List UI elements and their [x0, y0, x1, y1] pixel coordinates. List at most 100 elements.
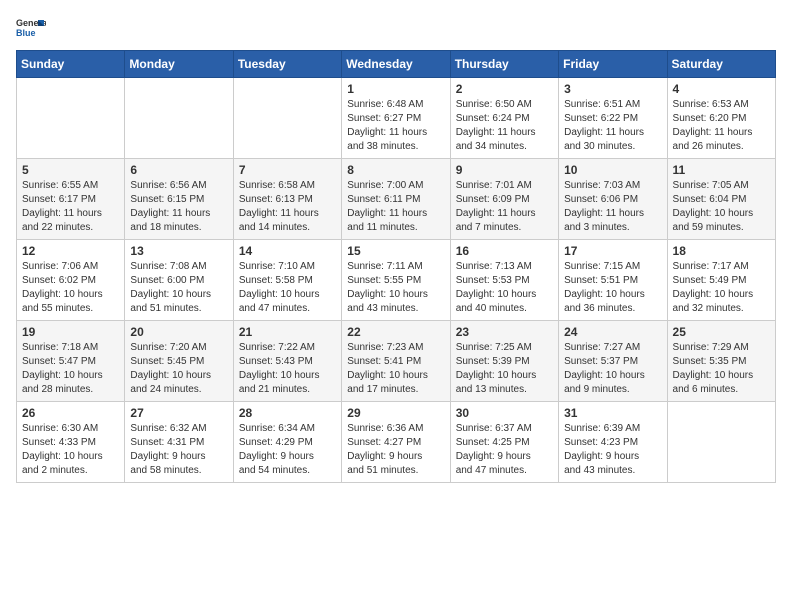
- day-info: Sunrise: 7:13 AM Sunset: 5:53 PM Dayligh…: [456, 260, 553, 316]
- day-info: Sunrise: 7:17 AM Sunset: 5:49 PM Dayligh…: [673, 260, 770, 316]
- day-number: 11: [673, 163, 770, 177]
- day-number: 30: [456, 406, 553, 420]
- calendar-day-cell: 26 Sunrise: 6:30 AM Sunset: 4:33 PM Dayli…: [17, 402, 125, 483]
- logo-icon: General Blue: [16, 16, 46, 38]
- day-number: 24: [564, 325, 661, 339]
- calendar-day-cell: 23 Sunrise: 7:25 AM Sunset: 5:39 PM Dayli…: [450, 321, 558, 402]
- day-number: 27: [130, 406, 227, 420]
- day-info: Sunrise: 7:25 AM Sunset: 5:39 PM Dayligh…: [456, 341, 553, 397]
- day-info: Sunrise: 7:03 AM Sunset: 6:06 PM Dayligh…: [564, 179, 661, 235]
- calendar-day-cell: 22 Sunrise: 7:23 AM Sunset: 5:41 PM Dayli…: [342, 321, 450, 402]
- calendar-day-cell: 21 Sunrise: 7:22 AM Sunset: 5:43 PM Dayli…: [233, 321, 341, 402]
- day-number: 25: [673, 325, 770, 339]
- calendar-day-cell: 24 Sunrise: 7:27 AM Sunset: 5:37 PM Dayli…: [559, 321, 667, 402]
- day-of-week-header: Friday: [559, 51, 667, 78]
- day-info: Sunrise: 7:27 AM Sunset: 5:37 PM Dayligh…: [564, 341, 661, 397]
- day-number: 23: [456, 325, 553, 339]
- calendar-day-cell: 31Sunrise: 6:39 AM Sunset: 4:23 PM Dayli…: [559, 402, 667, 483]
- day-info: Sunrise: 7:22 AM Sunset: 5:43 PM Dayligh…: [239, 341, 336, 397]
- calendar-day-cell: 1 Sunrise: 6:48 AM Sunset: 6:27 PM Daylig…: [342, 78, 450, 159]
- day-info: Sunrise: 7:10 AM Sunset: 5:58 PM Dayligh…: [239, 260, 336, 316]
- calendar-day-cell: 17 Sunrise: 7:15 AM Sunset: 5:51 PM Dayli…: [559, 240, 667, 321]
- day-of-week-header: Monday: [125, 51, 233, 78]
- day-info: Sunrise: 7:08 AM Sunset: 6:00 PM Dayligh…: [130, 260, 227, 316]
- calendar-day-cell: 27 Sunrise: 6:32 AM Sunset: 4:31 PM Dayli…: [125, 402, 233, 483]
- calendar-week-row: 26 Sunrise: 6:30 AM Sunset: 4:33 PM Dayli…: [17, 402, 776, 483]
- day-info: Sunrise: 7:18 AM Sunset: 5:47 PM Dayligh…: [22, 341, 119, 397]
- day-number: 12: [22, 244, 119, 258]
- day-info: Sunrise: 6:53 AM Sunset: 6:20 PM Dayligh…: [673, 98, 770, 154]
- calendar-day-cell: 7Sunrise: 6:58 AM Sunset: 6:13 PM Daylig…: [233, 159, 341, 240]
- empty-cell: [667, 402, 775, 483]
- day-info: Sunrise: 6:34 AM Sunset: 4:29 PM Dayligh…: [239, 422, 336, 478]
- calendar-day-cell: 14Sunrise: 7:10 AM Sunset: 5:58 PM Dayli…: [233, 240, 341, 321]
- day-number: 31: [564, 406, 661, 420]
- day-of-week-header: Wednesday: [342, 51, 450, 78]
- day-number: 3: [564, 82, 661, 96]
- day-info: Sunrise: 6:30 AM Sunset: 4:33 PM Dayligh…: [22, 422, 119, 478]
- calendar-day-cell: 13 Sunrise: 7:08 AM Sunset: 6:00 PM Dayli…: [125, 240, 233, 321]
- day-info: Sunrise: 6:48 AM Sunset: 6:27 PM Dayligh…: [347, 98, 444, 154]
- day-info: Sunrise: 6:56 AM Sunset: 6:15 PM Dayligh…: [130, 179, 227, 235]
- day-number: 4: [673, 82, 770, 96]
- day-info: Sunrise: 7:01 AM Sunset: 6:09 PM Dayligh…: [456, 179, 553, 235]
- day-number: 15: [347, 244, 444, 258]
- day-number: 26: [22, 406, 119, 420]
- day-number: 8: [347, 163, 444, 177]
- calendar-day-cell: 30 Sunrise: 6:37 AM Sunset: 4:25 PM Dayli…: [450, 402, 558, 483]
- day-info: Sunrise: 6:32 AM Sunset: 4:31 PM Dayligh…: [130, 422, 227, 478]
- day-number: 13: [130, 244, 227, 258]
- day-info: Sunrise: 6:36 AM Sunset: 4:27 PM Dayligh…: [347, 422, 444, 478]
- day-info: Sunrise: 6:37 AM Sunset: 4:25 PM Dayligh…: [456, 422, 553, 478]
- calendar-day-cell: 11 Sunrise: 7:05 AM Sunset: 6:04 PM Dayli…: [667, 159, 775, 240]
- day-number: 18: [673, 244, 770, 258]
- day-info: Sunrise: 7:05 AM Sunset: 6:04 PM Dayligh…: [673, 179, 770, 235]
- day-info: Sunrise: 7:15 AM Sunset: 5:51 PM Dayligh…: [564, 260, 661, 316]
- calendar-week-row: 12 Sunrise: 7:06 AM Sunset: 6:02 PM Dayli…: [17, 240, 776, 321]
- calendar-day-cell: 15 Sunrise: 7:11 AM Sunset: 5:55 PM Dayli…: [342, 240, 450, 321]
- day-of-week-header: Sunday: [17, 51, 125, 78]
- day-info: Sunrise: 7:23 AM Sunset: 5:41 PM Dayligh…: [347, 341, 444, 397]
- calendar-day-cell: 2 Sunrise: 6:50 AM Sunset: 6:24 PM Daylig…: [450, 78, 558, 159]
- calendar-day-cell: 12 Sunrise: 7:06 AM Sunset: 6:02 PM Dayli…: [17, 240, 125, 321]
- day-info: Sunrise: 7:06 AM Sunset: 6:02 PM Dayligh…: [22, 260, 119, 316]
- empty-cell: [233, 78, 341, 159]
- day-info: Sunrise: 7:11 AM Sunset: 5:55 PM Dayligh…: [347, 260, 444, 316]
- calendar-day-cell: 19 Sunrise: 7:18 AM Sunset: 5:47 PM Dayli…: [17, 321, 125, 402]
- calendar-table: SundayMondayTuesdayWednesdayThursdayFrid…: [16, 50, 776, 483]
- day-number: 16: [456, 244, 553, 258]
- day-of-week-header: Saturday: [667, 51, 775, 78]
- day-number: 29: [347, 406, 444, 420]
- calendar-day-cell: 4 Sunrise: 6:53 AM Sunset: 6:20 PM Daylig…: [667, 78, 775, 159]
- calendar-day-cell: 5Sunrise: 6:55 AM Sunset: 6:17 PM Daylig…: [17, 159, 125, 240]
- day-info: Sunrise: 7:29 AM Sunset: 5:35 PM Dayligh…: [673, 341, 770, 397]
- day-number: 20: [130, 325, 227, 339]
- day-of-week-header: Tuesday: [233, 51, 341, 78]
- day-number: 2: [456, 82, 553, 96]
- page-header: General Blue: [16, 16, 776, 38]
- calendar-day-cell: 29 Sunrise: 6:36 AM Sunset: 4:27 PM Dayli…: [342, 402, 450, 483]
- day-number: 22: [347, 325, 444, 339]
- calendar-day-cell: 16 Sunrise: 7:13 AM Sunset: 5:53 PM Dayli…: [450, 240, 558, 321]
- svg-text:Blue: Blue: [16, 28, 36, 38]
- empty-cell: [125, 78, 233, 159]
- calendar-day-cell: 18 Sunrise: 7:17 AM Sunset: 5:49 PM Dayli…: [667, 240, 775, 321]
- calendar-day-cell: 6Sunrise: 6:56 AM Sunset: 6:15 PM Daylig…: [125, 159, 233, 240]
- day-number: 1: [347, 82, 444, 96]
- calendar-day-cell: 3Sunrise: 6:51 AM Sunset: 6:22 PM Daylig…: [559, 78, 667, 159]
- day-number: 5: [22, 163, 119, 177]
- day-info: Sunrise: 6:50 AM Sunset: 6:24 PM Dayligh…: [456, 98, 553, 154]
- day-info: Sunrise: 6:58 AM Sunset: 6:13 PM Dayligh…: [239, 179, 336, 235]
- day-number: 19: [22, 325, 119, 339]
- calendar-day-cell: 20 Sunrise: 7:20 AM Sunset: 5:45 PM Dayli…: [125, 321, 233, 402]
- calendar-week-row: 5Sunrise: 6:55 AM Sunset: 6:17 PM Daylig…: [17, 159, 776, 240]
- logo: General Blue: [16, 16, 46, 38]
- calendar-week-row: 1 Sunrise: 6:48 AM Sunset: 6:27 PM Daylig…: [17, 78, 776, 159]
- days-header-row: SundayMondayTuesdayWednesdayThursdayFrid…: [17, 51, 776, 78]
- day-number: 21: [239, 325, 336, 339]
- calendar-week-row: 19 Sunrise: 7:18 AM Sunset: 5:47 PM Dayli…: [17, 321, 776, 402]
- calendar-day-cell: 8Sunrise: 7:00 AM Sunset: 6:11 PM Daylig…: [342, 159, 450, 240]
- day-info: Sunrise: 7:20 AM Sunset: 5:45 PM Dayligh…: [130, 341, 227, 397]
- day-number: 17: [564, 244, 661, 258]
- empty-cell: [17, 78, 125, 159]
